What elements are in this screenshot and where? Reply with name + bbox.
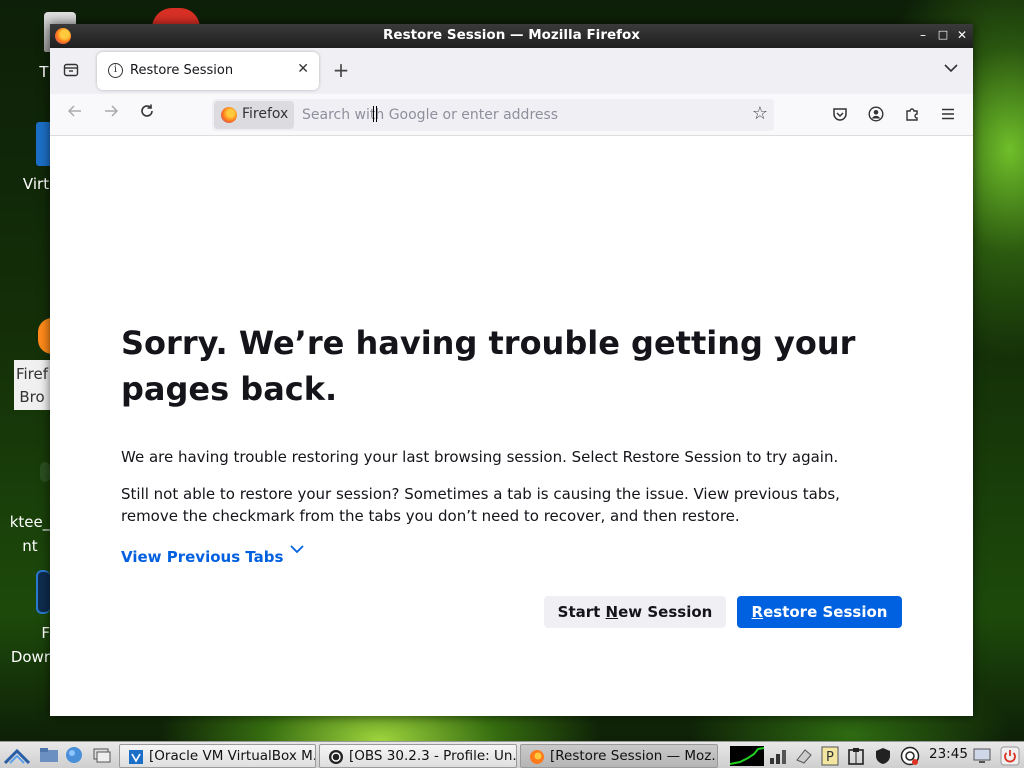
forward-arrow-icon: [105, 105, 119, 117]
reload-icon: [141, 104, 153, 117]
button-access-key: N: [605, 603, 619, 621]
app-menu-button[interactable]: [3, 745, 31, 765]
address-input[interactable]: [302, 103, 732, 127]
obs-icon: [329, 750, 343, 764]
extensions-button[interactable]: [902, 106, 922, 126]
taskbar-item-firefox[interactable]: [Restore Session — Moz...: [520, 744, 718, 768]
bookmark-star-icon[interactable]: ☆: [752, 103, 768, 124]
button-access-key: R: [751, 603, 764, 621]
page-title: Sorry. We’re having trouble getting your…: [121, 324, 856, 408]
svg-text:P: P: [826, 750, 834, 765]
obs-tray-icon[interactable]: [900, 746, 920, 766]
restore-session-button[interactable]: Restore Session: [737, 596, 902, 628]
desktop-icon-label[interactable]: Firef Bro: [14, 363, 50, 409]
globe-icon: [66, 747, 82, 763]
hamburger-icon: [942, 108, 954, 120]
desktop-icon-label[interactable]: F Dowr: [8, 621, 50, 669]
close-button[interactable]: ✕: [953, 26, 971, 44]
cpu-graph-icon[interactable]: [729, 746, 765, 766]
button-label-part: ew Session: [618, 603, 713, 621]
windows-icon: [93, 748, 111, 763]
shield-icon[interactable]: [873, 746, 893, 766]
chevron-down-icon: [944, 64, 958, 73]
monitor-icon[interactable]: [972, 746, 992, 766]
file-manager-launcher[interactable]: [38, 745, 60, 765]
chevron-down-icon[interactable]: [288, 540, 306, 563]
eraser-icon[interactable]: [794, 746, 814, 766]
virtualbox-icon: [129, 750, 143, 764]
list-all-tabs-button[interactable]: [941, 60, 961, 80]
desktop-icon-label[interactable]: T: [38, 61, 50, 83]
parking-icon[interactable]: P: [820, 746, 840, 766]
page-paragraph-1: We are having trouble restoring your las…: [121, 448, 839, 466]
browser-launcher[interactable]: [64, 745, 86, 765]
network-icon[interactable]: [768, 746, 788, 766]
firefox-view-button[interactable]: [62, 62, 80, 78]
menu-button[interactable]: [938, 106, 958, 126]
view-previous-tabs-link[interactable]: View Previous Tabs: [121, 548, 283, 566]
firefox-icon: [530, 750, 544, 764]
minimize-button[interactable]: –: [914, 26, 932, 44]
window-titlebar[interactable]: Restore Session — Mozilla Firefox – □ ✕: [50, 24, 973, 48]
tab-strip: i Restore Session ✕ +: [50, 48, 973, 94]
taskbar: [Oracle VM VirtualBox M... [OBS 30.2.3 -…: [0, 741, 1024, 768]
maximize-button[interactable]: □: [934, 26, 952, 44]
taskbar-item-obs[interactable]: [OBS 30.2.3 - Profile: Un...: [319, 744, 517, 768]
new-tab-button[interactable]: +: [330, 58, 352, 82]
start-menu-icon: [3, 748, 31, 765]
navigation-toolbar: Firefox ☆: [50, 94, 973, 136]
taskbar-item-virtualbox[interactable]: [Oracle VM VirtualBox M...: [119, 744, 316, 768]
clipboard-icon[interactable]: [846, 746, 866, 766]
account-icon: [868, 106, 884, 122]
info-icon: i: [108, 63, 123, 78]
button-label-part: Start: [557, 603, 606, 621]
url-bar[interactable]: Firefox ☆: [212, 99, 774, 131]
download-app-icon[interactable]: [36, 570, 50, 614]
button-label-part: estore Session: [763, 603, 888, 621]
text-cursor-icon: [373, 106, 377, 122]
file-icon[interactable]: [40, 462, 50, 482]
desktop-icon-label[interactable]: ktee_ nt: [8, 510, 52, 558]
taskbar-item-label: [OBS 30.2.3 - Profile: Un...: [349, 748, 517, 764]
identity-label: Firefox: [242, 106, 289, 122]
show-desktop-launcher[interactable]: [92, 745, 114, 765]
pocket-icon: [833, 108, 847, 121]
back-arrow-icon: [67, 105, 81, 117]
puzzle-icon: [906, 108, 918, 121]
power-icon[interactable]: [1000, 746, 1020, 766]
firefox-view-icon: [63, 63, 79, 77]
tab-restore-session[interactable]: i Restore Session ✕: [97, 52, 319, 90]
folder-icon: [40, 748, 58, 762]
tab-label: Restore Session: [130, 63, 234, 78]
firefox-window: Restore Session — Mozilla Firefox – □ ✕ …: [50, 24, 973, 716]
identity-box[interactable]: Firefox: [214, 101, 294, 129]
tab-close-icon[interactable]: ✕: [297, 61, 309, 77]
start-new-session-button[interactable]: Start New Session: [544, 596, 726, 628]
account-button[interactable]: [866, 106, 886, 126]
forward-button[interactable]: [99, 103, 123, 124]
pocket-button[interactable]: [830, 106, 850, 126]
window-title: Restore Session — Mozilla Firefox: [383, 27, 640, 43]
taskbar-item-label: [Oracle VM VirtualBox M...: [149, 748, 316, 764]
page-content: Sorry. We’re having trouble getting your…: [50, 136, 973, 716]
back-button[interactable]: [63, 103, 87, 124]
reload-button[interactable]: [135, 103, 159, 124]
taskbar-item-label: [Restore Session — Moz...: [550, 748, 718, 764]
clock[interactable]: 23:45: [929, 746, 968, 762]
desktop-icon-label[interactable]: Virt: [20, 173, 52, 195]
firefox-icon: [221, 107, 237, 123]
page-paragraph-2: Still not able to restore your session? …: [121, 485, 840, 525]
